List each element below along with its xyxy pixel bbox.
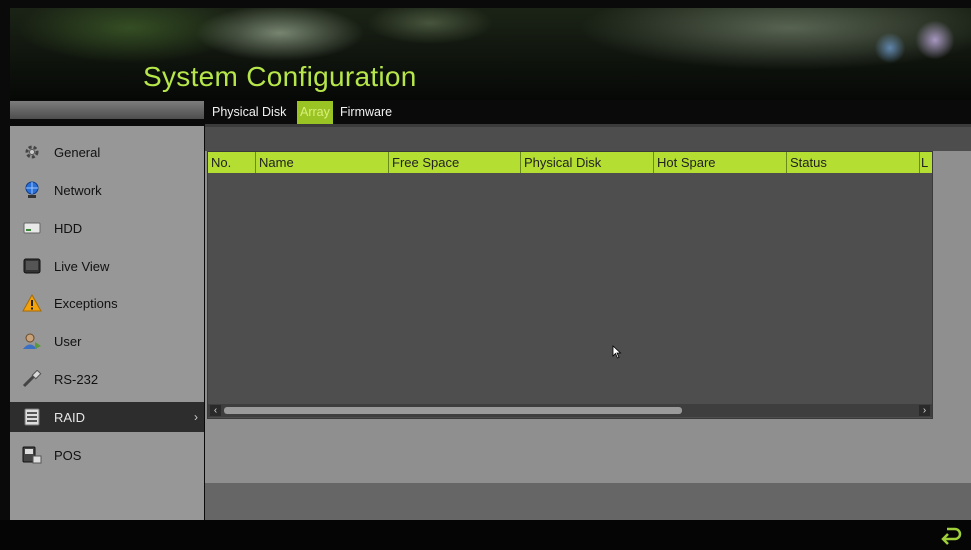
sidebar-item-label: RS-232 <box>54 371 99 387</box>
sidebar-item-label: RAID <box>54 409 86 425</box>
chevron-right-icon: › <box>194 410 198 424</box>
mouse-cursor-icon <box>612 345 622 359</box>
sidebar-item-raid[interactable]: RAID › <box>10 402 204 432</box>
sidebar-item-rs232[interactable]: RS-232 <box>10 364 204 394</box>
column-header-free-space[interactable]: Free Space <box>389 152 521 173</box>
back-icon[interactable] <box>941 525 963 545</box>
sidebar-item-user[interactable]: User <box>10 326 204 356</box>
sidebar-item-label: General <box>54 144 101 160</box>
user-icon <box>22 332 42 350</box>
column-header-name[interactable]: Name <box>256 152 389 173</box>
content-footer-band <box>205 483 971 520</box>
sidebar-item-label: HDD <box>54 220 83 236</box>
scroll-left-arrow-icon[interactable]: ‹ <box>210 405 221 416</box>
column-header-hot-spare[interactable]: Hot Spare <box>654 152 787 173</box>
scrollbar-thumb[interactable] <box>224 407 682 414</box>
serial-icon <box>22 370 42 388</box>
column-header-status[interactable]: Status <box>787 152 920 173</box>
sidebar-item-general[interactable]: General <box>10 137 204 167</box>
sidebar: General Network HDD Live View Exceptions <box>10 126 204 520</box>
array-table[interactable]: No. Name Free Space Physical Disk Hot Sp… <box>207 151 933 419</box>
monitor-icon <box>22 257 42 275</box>
sidebar-item-hdd[interactable]: HDD <box>10 213 204 243</box>
network-icon <box>22 181 42 199</box>
table-header: No. Name Free Space Physical Disk Hot Sp… <box>208 152 932 173</box>
toolbar-band <box>205 127 971 151</box>
tab-array[interactable]: Array <box>297 101 333 124</box>
column-header-truncated[interactable]: L <box>920 152 932 173</box>
sidebar-item-pos[interactable]: POS <box>10 440 204 470</box>
header-banner: System Configuration <box>10 8 971 100</box>
tab-bar: Physical Disk Array Firmware <box>205 101 971 126</box>
tab-firmware[interactable]: Firmware <box>336 101 396 124</box>
sidebar-item-label: Network <box>54 182 102 198</box>
column-header-physical-disk[interactable]: Physical Disk <box>521 152 654 173</box>
tab-physical-disk[interactable]: Physical Disk <box>208 101 290 124</box>
warning-icon <box>22 294 42 312</box>
app-window: System Configuration Physical Disk Array… <box>0 0 971 550</box>
sidebar-item-label: Exceptions <box>54 295 118 311</box>
scroll-right-arrow-icon[interactable]: › <box>919 405 930 416</box>
sidebar-header-bar <box>10 101 204 119</box>
page-title: System Configuration <box>143 61 417 92</box>
sidebar-item-network[interactable]: Network <box>10 175 204 205</box>
horizontal-scrollbar[interactable]: ‹ › <box>208 404 932 417</box>
sidebar-item-exceptions[interactable]: Exceptions <box>10 288 204 318</box>
sidebar-item-label: User <box>54 333 82 349</box>
pos-icon <box>22 446 42 464</box>
gear-icon <box>22 143 42 161</box>
hdd-icon <box>22 219 42 237</box>
column-header-no[interactable]: No. <box>208 152 256 173</box>
sidebar-item-label: POS <box>54 447 82 463</box>
sidebar-item-label: Live View <box>54 258 110 274</box>
sidebar-item-live-view[interactable]: Live View <box>10 251 204 281</box>
raid-icon <box>22 408 42 426</box>
footer-bar <box>0 520 971 550</box>
